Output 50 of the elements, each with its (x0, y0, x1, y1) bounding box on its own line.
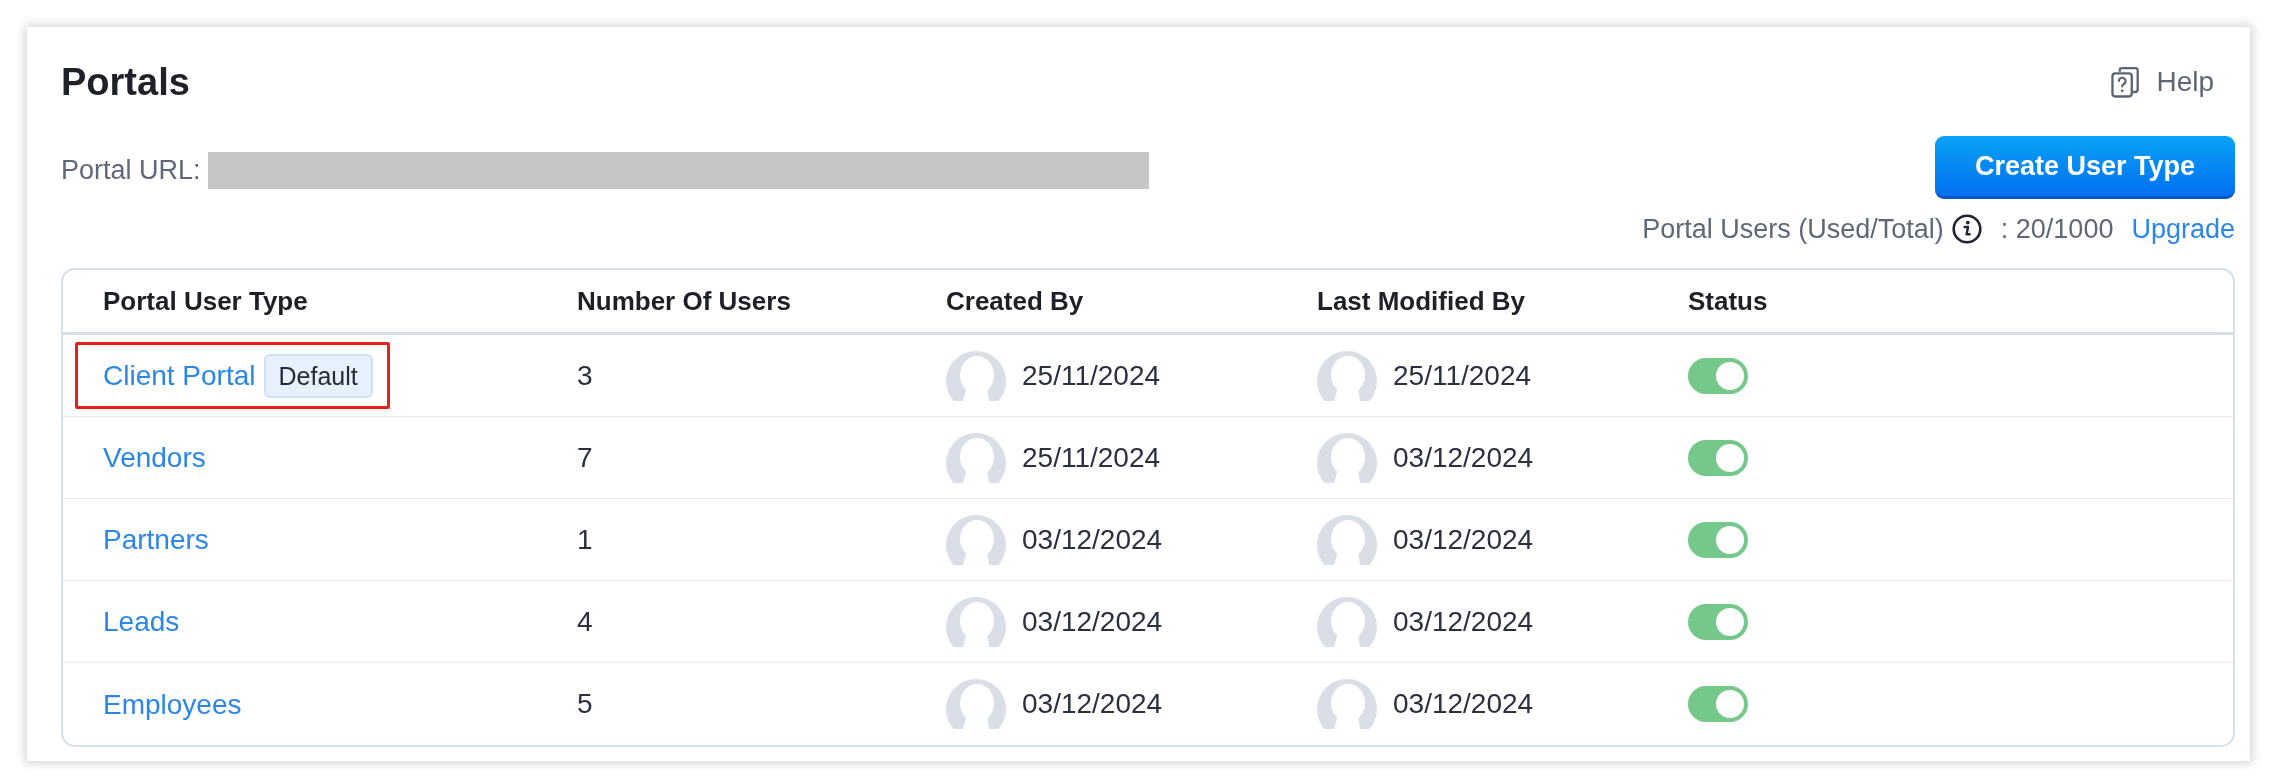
user-avatar-icon (1317, 350, 1377, 401)
status-toggle[interactable] (1688, 686, 1748, 722)
default-tag: Default (263, 354, 373, 398)
user-avatar-icon (1317, 514, 1377, 565)
modified-date: 03/12/2024 (1393, 441, 1534, 474)
page-title: Portals (61, 60, 190, 105)
modified-date: 03/12/2024 (1393, 688, 1534, 720)
user-avatar-icon (1317, 679, 1377, 729)
status-toggle[interactable] (1688, 603, 1748, 640)
upgrade-link[interactable]: Upgrade (2131, 213, 2235, 245)
portal-url-label: Portal URL: (61, 155, 201, 186)
user-avatar-icon (946, 432, 1006, 483)
created-date: 03/12/2024 (1022, 523, 1163, 556)
portal-type-link[interactable]: Leads (103, 606, 180, 638)
user-count: 3 (577, 359, 593, 392)
portal-type-link[interactable]: Employees (103, 688, 242, 721)
modified-date: 25/11/2024 (1393, 359, 1532, 392)
status-toggle[interactable] (1688, 439, 1748, 476)
user-avatar-icon (1317, 432, 1377, 483)
created-date: 25/11/2024 (1022, 441, 1161, 474)
user-count: 5 (577, 688, 593, 720)
portal-users-count: : 20/1000 (2000, 213, 2114, 245)
column-header: Portal User Type (103, 285, 309, 317)
column-header: Number Of Users (577, 285, 792, 317)
user-avatar-icon (946, 596, 1006, 647)
modified-date: 03/12/2024 (1393, 605, 1534, 638)
create-user-type-button[interactable]: Create User Type (1934, 136, 2235, 199)
status-toggle[interactable] (1688, 357, 1748, 394)
user-avatar-icon (1317, 596, 1377, 647)
portal-type-link[interactable]: Vendors (103, 442, 206, 474)
portal-users-label: Portal Users (Used/Total) (1642, 213, 1944, 245)
column-header: Created By (946, 285, 1085, 317)
user-avatar-icon (946, 514, 1006, 565)
status-toggle[interactable] (1688, 521, 1748, 558)
user-avatar-icon (946, 350, 1006, 401)
user-avatar-icon (946, 679, 1006, 729)
column-header: Status (1688, 285, 1769, 317)
user-count: 4 (577, 605, 593, 638)
portal-type-link[interactable]: Client Portal (103, 360, 256, 392)
info-icon[interactable] (1951, 214, 1982, 244)
column-header: Last Modified By (1317, 285, 1526, 317)
created-date: 03/12/2024 (1022, 688, 1163, 720)
created-date: 03/12/2024 (1022, 605, 1163, 638)
modified-date: 03/12/2024 (1393, 523, 1534, 556)
user-count: 1 (577, 523, 593, 556)
portal-type-link[interactable]: Partners (103, 524, 209, 556)
help-icon (2111, 66, 2141, 98)
user-count: 7 (577, 441, 593, 474)
created-date: 25/11/2024 (1022, 359, 1161, 392)
help-link[interactable]: Help (2111, 66, 2214, 98)
